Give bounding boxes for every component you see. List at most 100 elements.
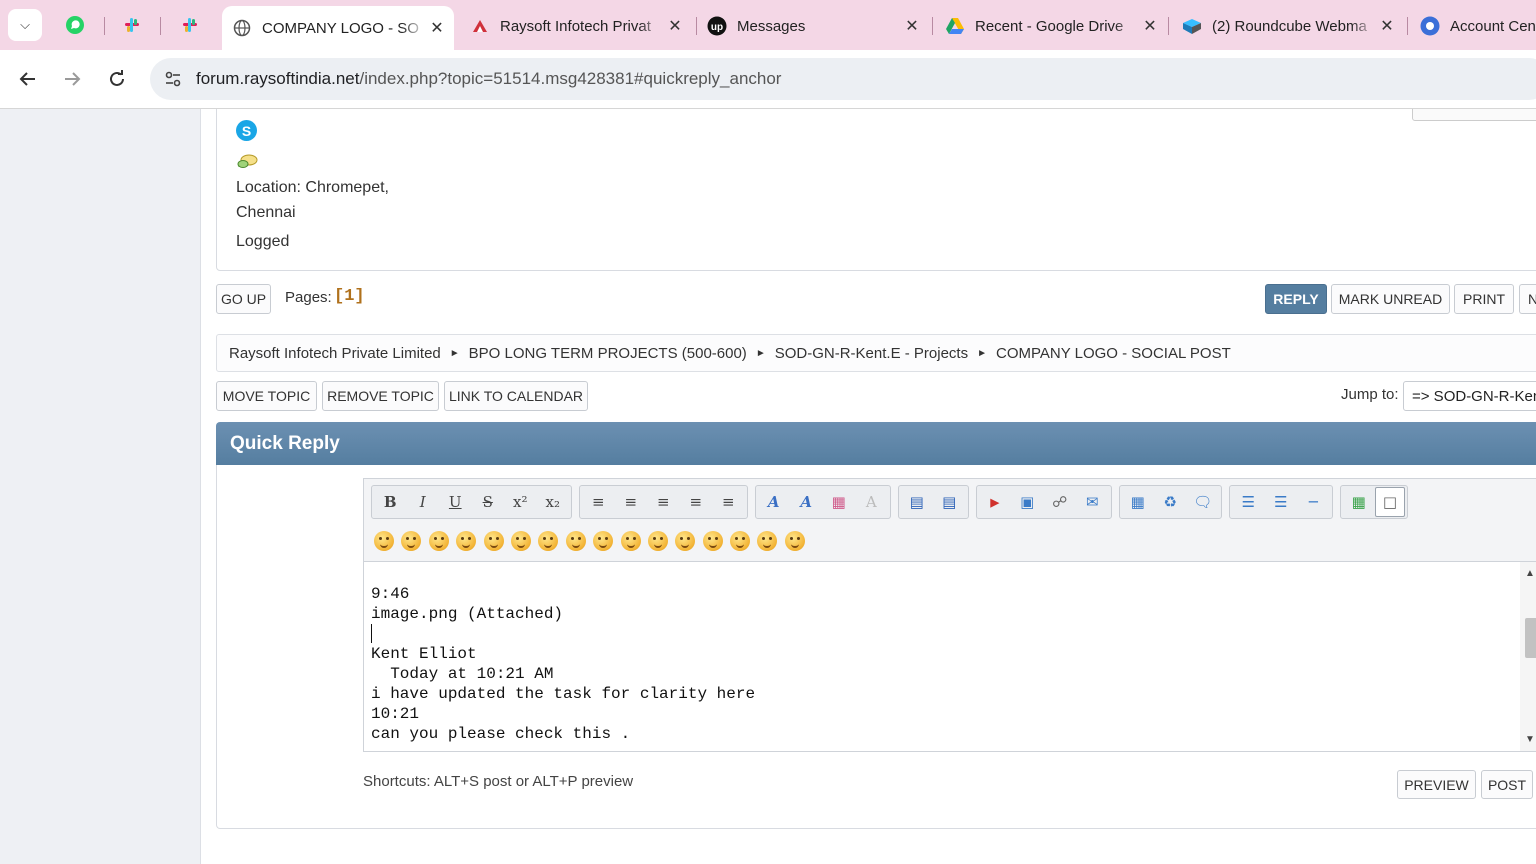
numbered-list-icon[interactable]: ☰ — [1265, 487, 1298, 517]
tab-account-center[interactable]: Account Cen — [1410, 6, 1536, 46]
tab-title: Recent - Google Drive — [975, 17, 1124, 35]
roll-eyes-icon[interactable] — [620, 531, 641, 551]
tab-google-drive[interactable]: Recent - Google Drive ✕ — [935, 6, 1167, 46]
message-textarea[interactable]: 9:46 image.png (Attached) Kent Elliot Toda… — [364, 561, 1536, 751]
shocked-icon[interactable] — [538, 531, 559, 551]
post-button[interactable]: POST — [1481, 770, 1533, 799]
preview-button[interactable]: PREVIEW — [1397, 770, 1476, 799]
insert-link-icon[interactable]: ☍ — [1044, 487, 1077, 517]
print-button[interactable]: PRINT — [1454, 284, 1514, 314]
bulleted-list-icon[interactable]: ☰ — [1232, 487, 1265, 517]
breadcrumb-item[interactable]: Raysoft Infotech Private Limited — [229, 345, 441, 362]
subscript-icon[interactable]: x₂ — [537, 487, 570, 517]
color-picker-icon[interactable]: ▦ — [823, 487, 856, 517]
close-icon[interactable]: ✕ — [664, 16, 686, 36]
pre-format-icon[interactable]: ≡ — [582, 487, 615, 517]
quick-reply-header[interactable]: Quick Reply — [216, 422, 1536, 465]
close-icon[interactable]: ✕ — [426, 18, 448, 38]
youtube-icon[interactable]: ▶ — [979, 487, 1012, 517]
mark-unread-button[interactable]: MARK UNREAD — [1331, 284, 1450, 314]
personal-message-icon[interactable] — [236, 153, 258, 171]
textarea-scrollbar[interactable]: ▲ ▼ — [1520, 562, 1536, 751]
globe-icon — [232, 18, 252, 38]
move-topic-button[interactable]: MOVE TOPIC — [216, 381, 317, 411]
pages-label: Pages: — [285, 289, 332, 306]
huh-icon[interactable] — [593, 531, 614, 551]
underline-icon[interactable]: U — [439, 487, 472, 517]
grin-icon[interactable] — [456, 531, 477, 551]
scroll-up-icon[interactable]: ▲ — [1525, 568, 1535, 579]
scrollbar-thumb[interactable] — [1525, 618, 1536, 658]
reload-icon — [110, 70, 124, 86]
url-field[interactable]: forum.raysoftindia.net/index.php?topic=5… — [150, 58, 1536, 100]
remove-topic-button[interactable]: REMOVE TOPIC — [322, 381, 439, 411]
back-button[interactable] — [13, 64, 43, 94]
go-up-button[interactable]: GO UP — [216, 284, 271, 314]
cool-icon[interactable] — [565, 531, 586, 551]
close-icon[interactable]: ✕ — [1376, 16, 1398, 36]
align-right-icon[interactable]: ≡ — [680, 487, 713, 517]
skype-icon[interactable]: S — [236, 120, 257, 141]
smiley-icon[interactable] — [374, 531, 394, 551]
tab-messages[interactable]: up Messages ✕ — [697, 6, 929, 46]
breadcrumb-separator-icon: ► — [755, 347, 766, 359]
close-icon[interactable]: ✕ — [1139, 16, 1161, 36]
superscript-icon[interactable]: x² — [504, 487, 537, 517]
embarrassed-icon[interactable] — [675, 531, 696, 551]
insert-table-icon[interactable]: ▦ — [1122, 487, 1155, 517]
toolbar-group-blocks: ▦ ♻ 🗨 — [1118, 485, 1222, 519]
current-page-number[interactable]: [1] — [334, 287, 365, 306]
justify-icon[interactable]: ≡ — [712, 487, 745, 517]
quote-button[interactable] — [1412, 109, 1536, 121]
forward-button[interactable] — [57, 64, 87, 94]
jump-to-select[interactable]: => SOD-GN-R-Kent — [1403, 381, 1536, 411]
align-center-icon[interactable]: ≡ — [647, 487, 680, 517]
pinned-tab-slack-2[interactable] — [177, 12, 203, 38]
remove-format-icon[interactable]: A — [855, 487, 888, 517]
message-content: 9:46 image.png (Attached) Kent Elliot Toda… — [371, 584, 755, 744]
breadcrumb-item[interactable]: BPO LONG TERM PROJECTS (500-600) — [469, 345, 747, 362]
lips-sealed-icon[interactable] — [702, 531, 723, 551]
italic-icon[interactable]: I — [407, 487, 440, 517]
message-line: 10:21 — [371, 705, 420, 723]
breadcrumb-item[interactable]: COMPANY LOGO - SOCIAL POST — [996, 345, 1231, 362]
insert-email-icon[interactable]: ✉ — [1076, 487, 1109, 517]
font-size-icon[interactable]: A — [790, 487, 823, 517]
insert-code-icon[interactable]: ♻ — [1154, 487, 1187, 517]
close-icon[interactable]: ✕ — [901, 16, 923, 36]
kiss-icon[interactable] — [757, 531, 778, 551]
scroll-down-icon[interactable]: ▼ — [1525, 734, 1535, 745]
strikethrough-icon[interactable]: S — [472, 487, 505, 517]
toolbar-group-text-style: B I U S x² x₂ — [371, 485, 572, 519]
arrow-left-icon — [19, 72, 35, 86]
wink-icon[interactable] — [401, 531, 422, 551]
site-settings-icon[interactable] — [162, 68, 184, 90]
tab-company-logo[interactable]: COMPANY LOGO - SO ✕ — [222, 6, 454, 50]
tab-roundcube[interactable]: (2) Roundcube Webma ✕ — [1172, 6, 1404, 46]
cry-icon[interactable] — [784, 531, 805, 551]
breadcrumb-item[interactable]: SOD-GN-R-Kent.E - Projects — [775, 345, 968, 362]
pinned-tab-whatsapp[interactable] — [62, 12, 88, 38]
tab-search-button[interactable]: ⌵ — [8, 9, 42, 41]
pinned-tab-slack-1[interactable] — [119, 12, 145, 38]
reload-button[interactable] — [102, 64, 132, 94]
tab-raysoft[interactable]: Raysoft Infotech Privat ✕ — [460, 6, 692, 46]
cheesy-icon[interactable] — [428, 531, 449, 551]
align-left-icon[interactable]: ≡ — [615, 487, 648, 517]
float-right-icon[interactable]: ▤ — [933, 487, 966, 517]
insert-image-icon[interactable]: ▣ — [1011, 487, 1044, 517]
insert-quote-icon[interactable]: 🗨 — [1187, 487, 1220, 517]
undecided-icon[interactable] — [730, 531, 751, 551]
tongue-icon[interactable] — [647, 531, 668, 551]
font-face-icon[interactable]: A — [758, 487, 791, 517]
horizontal-rule-icon[interactable]: ─ — [1297, 487, 1330, 517]
reply-button[interactable]: REPLY — [1265, 284, 1327, 314]
toggle-editor-icon[interactable]: ▦ — [1343, 487, 1376, 517]
float-left-icon[interactable]: ▤ — [901, 487, 934, 517]
bold-icon[interactable]: B — [374, 487, 407, 517]
notify-button[interactable]: N — [1519, 284, 1536, 314]
sad-icon[interactable] — [510, 531, 531, 551]
link-to-calendar-button[interactable]: LINK TO CALENDAR — [444, 381, 588, 411]
source-mode-icon[interactable]: □ — [1375, 487, 1405, 517]
angry-icon[interactable] — [483, 531, 504, 551]
